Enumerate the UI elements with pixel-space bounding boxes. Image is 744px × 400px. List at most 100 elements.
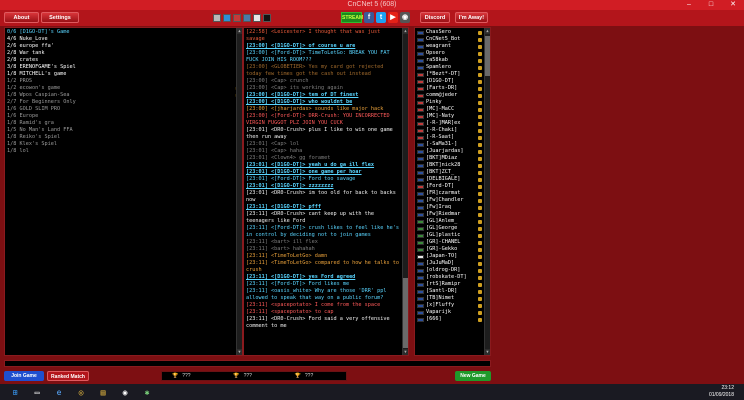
game-list[interactable]: 0/6 [D1GO-DT]'s Game 4/6 Nuke_Love 2/6 eur…	[4, 27, 243, 356]
user-list-item[interactable]: Opsero	[415, 50, 490, 57]
user-list-item[interactable]: [-R-]MAR]ex	[415, 120, 490, 127]
user-list-item[interactable]: [Santl-DR]	[415, 288, 490, 295]
game-list-item[interactable]: 1/8 Reiko's Spiel	[5, 134, 242, 141]
game-list-item[interactable]: 4/6 Nuke_Love	[5, 36, 242, 43]
user-list-item[interactable]: [x]Fluffy	[415, 302, 490, 309]
task-view-icon[interactable]: ▭	[30, 385, 44, 399]
color-swatch[interactable]	[253, 14, 261, 22]
minimize-icon[interactable]: –	[678, 0, 700, 10]
chrome-icon[interactable]: ◎	[74, 385, 88, 399]
user-list-item[interactable]: [*Bezt*-DT]	[415, 71, 490, 78]
twitter-icon[interactable]: t	[376, 12, 386, 23]
scroll-down-icon[interactable]: ▼	[485, 349, 490, 355]
game-list-item[interactable]: 1/2 PROS	[5, 78, 242, 85]
chat-log[interactable]: [22:58] <Leicester> I thought that was j…	[243, 27, 409, 356]
user-list-item[interactable]: comm@jeder	[415, 92, 490, 99]
user-list-item[interactable]: [Juarjardas]	[415, 148, 490, 155]
user-list-item[interactable]: [-R-Chaki]	[415, 127, 490, 134]
user-list-item[interactable]: ra58kab	[415, 57, 490, 64]
user-list-item[interactable]: [TB]Nimet	[415, 295, 490, 302]
user-list-item[interactable]: Spamlero	[415, 64, 490, 71]
game-list-item[interactable]: 1/8 MITCHELL's game	[5, 71, 242, 78]
stream-button[interactable]: STREAM	[341, 12, 363, 23]
ranked-match-button[interactable]: Ranked Match	[47, 371, 89, 381]
user-list-item[interactable]: [rtS]Ramipr	[415, 281, 490, 288]
color-swatch[interactable]	[243, 14, 251, 22]
user-list-item[interactable]: [BKT]ZCT_	[415, 169, 490, 176]
user-list-item[interactable]: [GL]plastic	[415, 232, 490, 239]
user-list-item[interactable]: [GL]Anlem_	[415, 218, 490, 225]
close-icon[interactable]: ✕	[722, 0, 744, 10]
chat-scroll-thumb[interactable]	[403, 278, 408, 348]
user-list-item[interactable]: [Fw]Iraq	[415, 204, 490, 211]
user-list-item[interactable]: [BKT]nick28	[415, 162, 490, 169]
edge-browser-icon[interactable]: e	[52, 385, 66, 399]
chat-input[interactable]	[4, 360, 491, 367]
settings-button[interactable]: Settings	[41, 12, 79, 23]
game-list-item[interactable]: 2/8 crates	[5, 57, 242, 64]
game-list-item[interactable]: 0/6 [D1GO-DT]'s Game	[5, 29, 242, 36]
game-list-item[interactable]: 1/8 Klex's Spiel	[5, 141, 242, 148]
maximize-icon[interactable]: □	[700, 0, 722, 10]
game-list-item[interactable]: 1/6 Europe	[5, 113, 242, 120]
user-list-item[interactable]: [JuJuMaD]	[415, 260, 490, 267]
user-list-item[interactable]: [oldrog-DR]	[415, 267, 490, 274]
game-list-item[interactable]: 1/8 lol	[5, 148, 242, 155]
file-explorer-icon[interactable]: ▤	[96, 385, 110, 399]
facebook-icon[interactable]: f	[364, 12, 374, 23]
user-list-item[interactable]: [GL]George	[415, 225, 490, 232]
user-list-item[interactable]: [Fw]Chandler	[415, 197, 490, 204]
user-list-item[interactable]: [-SaMa31-]	[415, 141, 490, 148]
user-list-item[interactable]: [D1GO-DT]	[415, 78, 490, 85]
join-game-button[interactable]: Join Game	[4, 371, 44, 381]
color-swatch[interactable]	[263, 14, 271, 22]
user-list-item[interactable]: [MC]-MaCC	[415, 106, 490, 113]
game-list-item[interactable]: 2/7 For Beginners Only	[5, 99, 242, 106]
user-list-item[interactable]: [Ford-DT]	[415, 183, 490, 190]
game-list-item[interactable]: 2/6 europe ffa'	[5, 43, 242, 50]
new-game-button[interactable]: New Game	[455, 371, 491, 381]
scroll-up-icon[interactable]: ▲	[485, 28, 490, 34]
user-list-item[interactable]: [666]	[415, 316, 490, 323]
windows-start-icon[interactable]: ⊞	[8, 385, 22, 399]
user-list-item[interactable]: [-R-Saat]	[415, 134, 490, 141]
user-list-item[interactable]: weagrant	[415, 43, 490, 50]
about-button[interactable]: About	[4, 12, 39, 23]
user-list-item[interactable]: [Japan-TO]	[415, 253, 490, 260]
user-list-item[interactable]: [DELBIGALE]	[415, 176, 490, 183]
user-list-item[interactable]: [FR]czarmat	[415, 190, 490, 197]
scroll-up-icon[interactable]: ▲	[237, 28, 242, 34]
user-scroll-thumb[interactable]	[485, 36, 490, 76]
steam-taskbar-icon[interactable]: ◉	[118, 385, 132, 399]
game-list-item[interactable]: 1/8 Wpos Caspian-Sea🔒	[5, 92, 242, 99]
steam-icon[interactable]: ◉	[400, 12, 410, 23]
scroll-down-icon[interactable]: ▼	[237, 349, 242, 355]
user-list-item[interactable]: [robskate-DT]	[415, 274, 490, 281]
youtube-icon[interactable]: ▶	[388, 12, 398, 23]
discord-button[interactable]: Discord	[420, 12, 450, 23]
scroll-down-icon[interactable]: ▼	[403, 349, 408, 355]
user-list-item[interactable]: [GR]-CHANEL	[415, 239, 490, 246]
user-list-item[interactable]: [GR]-Gekko	[415, 246, 490, 253]
away-button[interactable]: I'm Away!	[455, 12, 488, 23]
user-list-item[interactable]: [BKT]MDiaz	[415, 155, 490, 162]
chat-scrollbar[interactable]: ▲ ▼	[402, 28, 408, 355]
game-list-scrollbar[interactable]: ▲ ▼	[236, 28, 242, 355]
game-list-item[interactable]: 1/8 Ramid's gra	[5, 120, 242, 127]
color-swatch[interactable]	[223, 14, 231, 22]
user-list-item[interactable]: CnCNet5_Bot	[415, 36, 490, 43]
user-list-scrollbar[interactable]: ▲ ▼	[484, 28, 490, 355]
system-clock[interactable]: 23:12 01/09/2018	[709, 385, 734, 399]
user-list-item[interactable]: Pinky	[415, 99, 490, 106]
user-list-item[interactable]: [MC]-Naty	[415, 113, 490, 120]
game-list-item[interactable]: 1/6 GOLD SLIM PRO	[5, 106, 242, 113]
color-swatch[interactable]	[213, 14, 221, 22]
user-list-item[interactable]: Vaparijk	[415, 309, 490, 316]
game-list-item[interactable]: 1/2 ecowon's game🔒	[5, 85, 242, 92]
game-list-item[interactable]: 1/5 No Man's Land FFA	[5, 127, 242, 134]
user-list-item[interactable]: ChasSero	[415, 29, 490, 36]
user-list-item[interactable]: [Farts-DR]	[415, 85, 490, 92]
cncnet-taskbar-icon[interactable]: ✱	[140, 385, 154, 399]
scroll-up-icon[interactable]: ▲	[403, 28, 408, 34]
game-list-item[interactable]: 3/8 ERENOFGAME's Spiel	[5, 64, 242, 71]
